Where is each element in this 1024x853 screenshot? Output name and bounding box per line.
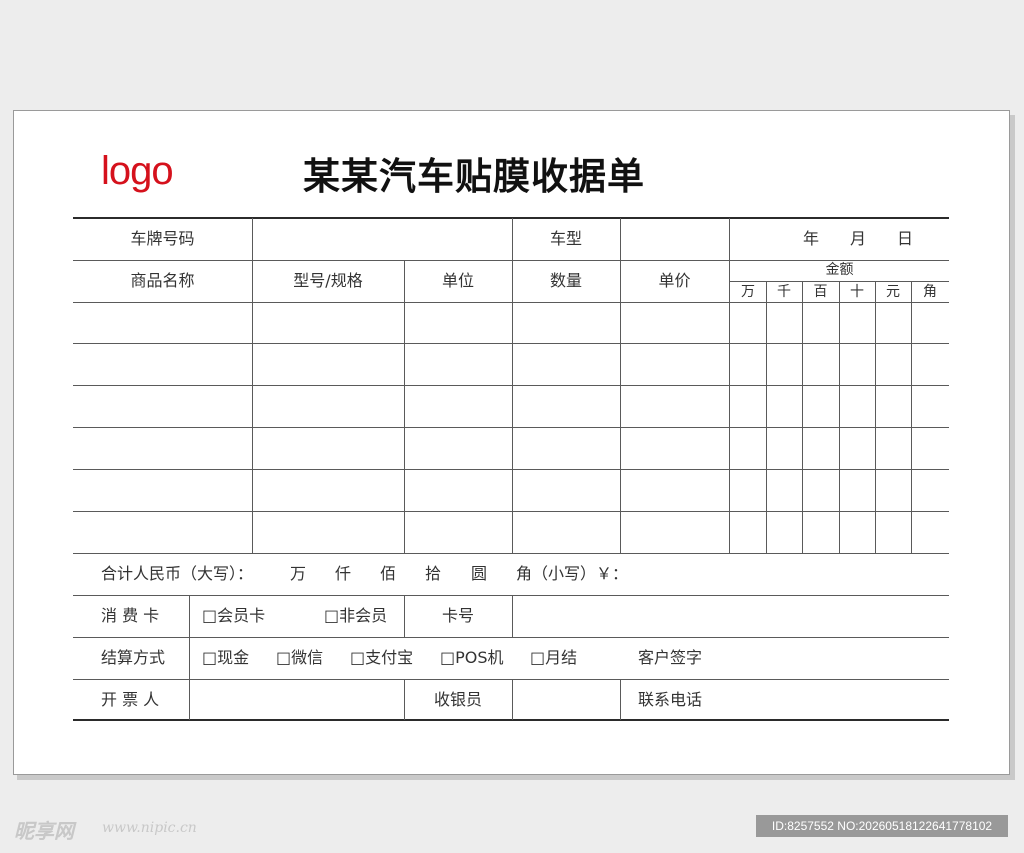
amount-unit-shi: 十 [850, 284, 864, 300]
col-divider [404, 260, 405, 553]
row-divider [73, 260, 949, 261]
amount-col-divider [911, 281, 912, 553]
day-label: 日 [897, 229, 914, 248]
contact-phone-label: 联系电话 [638, 690, 703, 709]
plate-number-label: 车牌号码 [130, 229, 195, 248]
amount-unit-qian: 千 [777, 284, 791, 300]
col-divider [189, 595, 190, 720]
amount-col-divider [839, 281, 840, 553]
cash-checkbox[interactable]: □现金 [202, 650, 249, 666]
car-model-label: 车型 [549, 229, 582, 248]
month-label: 月 [850, 229, 867, 248]
monthly-checkbox[interactable]: □月结 [530, 650, 577, 666]
member-card-checkbox[interactable]: □会员卡 [202, 608, 265, 624]
amount-unit-yuan: 元 [886, 284, 900, 300]
wechat-checkbox[interactable]: □微信 [276, 650, 323, 666]
amount-unit-jiao: 角 [923, 284, 937, 300]
receipt-title: 某某汽车贴膜收据单 [303, 155, 645, 198]
amount-col-divider [802, 281, 803, 553]
watermark-url: www.nipic.cn [102, 820, 197, 836]
amount-unit-bai: 百 [813, 284, 828, 300]
amount-header: 金额 [825, 262, 854, 278]
unit-header: 单位 [441, 271, 474, 290]
alipay-checkbox[interactable]: □支付宝 [350, 650, 413, 666]
quantity-header: 数量 [549, 271, 582, 290]
row-divider [73, 343, 949, 344]
total-unit-bai: 佰 [380, 564, 397, 583]
col-divider [512, 679, 513, 720]
row-divider [73, 302, 949, 303]
col-divider [512, 218, 513, 553]
consumption-card-label: 消 费 卡 [101, 606, 160, 625]
row-divider [73, 553, 949, 554]
watermark-site: 昵享网 [14, 819, 74, 843]
col-divider [620, 679, 621, 720]
total-unit-yuan: 圆 [471, 564, 488, 583]
payment-method-label: 结算方式 [101, 648, 166, 667]
col-divider [252, 218, 253, 553]
row-divider [73, 679, 949, 680]
table-bottom-border [73, 719, 949, 721]
cashier-label: 收银员 [433, 690, 482, 709]
unit-price-header: 单价 [658, 271, 691, 290]
product-name-header: 商品名称 [130, 271, 195, 290]
total-unit-qian: 仟 [335, 564, 352, 583]
table-top-border [73, 217, 949, 219]
customer-signature-label: 客户签字 [638, 648, 703, 667]
pos-checkbox[interactable]: □POS机 [440, 650, 504, 666]
non-member-checkbox[interactable]: □非会员 [324, 608, 387, 624]
watermark-id: ID:8257552 NO:20260518122641778102 [756, 815, 1008, 837]
row-divider [73, 595, 949, 596]
row-divider [73, 385, 949, 386]
total-unit-wan: 万 [290, 564, 307, 583]
top-margin [0, 0, 1024, 100]
row-divider [73, 511, 949, 512]
year-label: 年 [803, 229, 820, 248]
issuer-label: 开 票 人 [101, 690, 160, 709]
logo: logo [101, 149, 174, 193]
total-unit-shi: 拾 [425, 564, 442, 583]
row-divider [73, 427, 949, 428]
total-label: 合计人民币（大写）： [101, 564, 254, 583]
row-divider [73, 637, 949, 638]
row-divider [73, 469, 949, 470]
col-divider [620, 218, 621, 553]
amount-unit-wan: 万 [741, 284, 755, 300]
spec-header: 型号/规格 [293, 271, 363, 290]
amount-col-divider [875, 281, 876, 553]
amount-col-divider [766, 281, 767, 553]
card-number-label: 卡号 [441, 606, 474, 625]
total-unit-jiao-small: 角（小写）￥： [516, 564, 629, 583]
col-divider [512, 595, 513, 637]
